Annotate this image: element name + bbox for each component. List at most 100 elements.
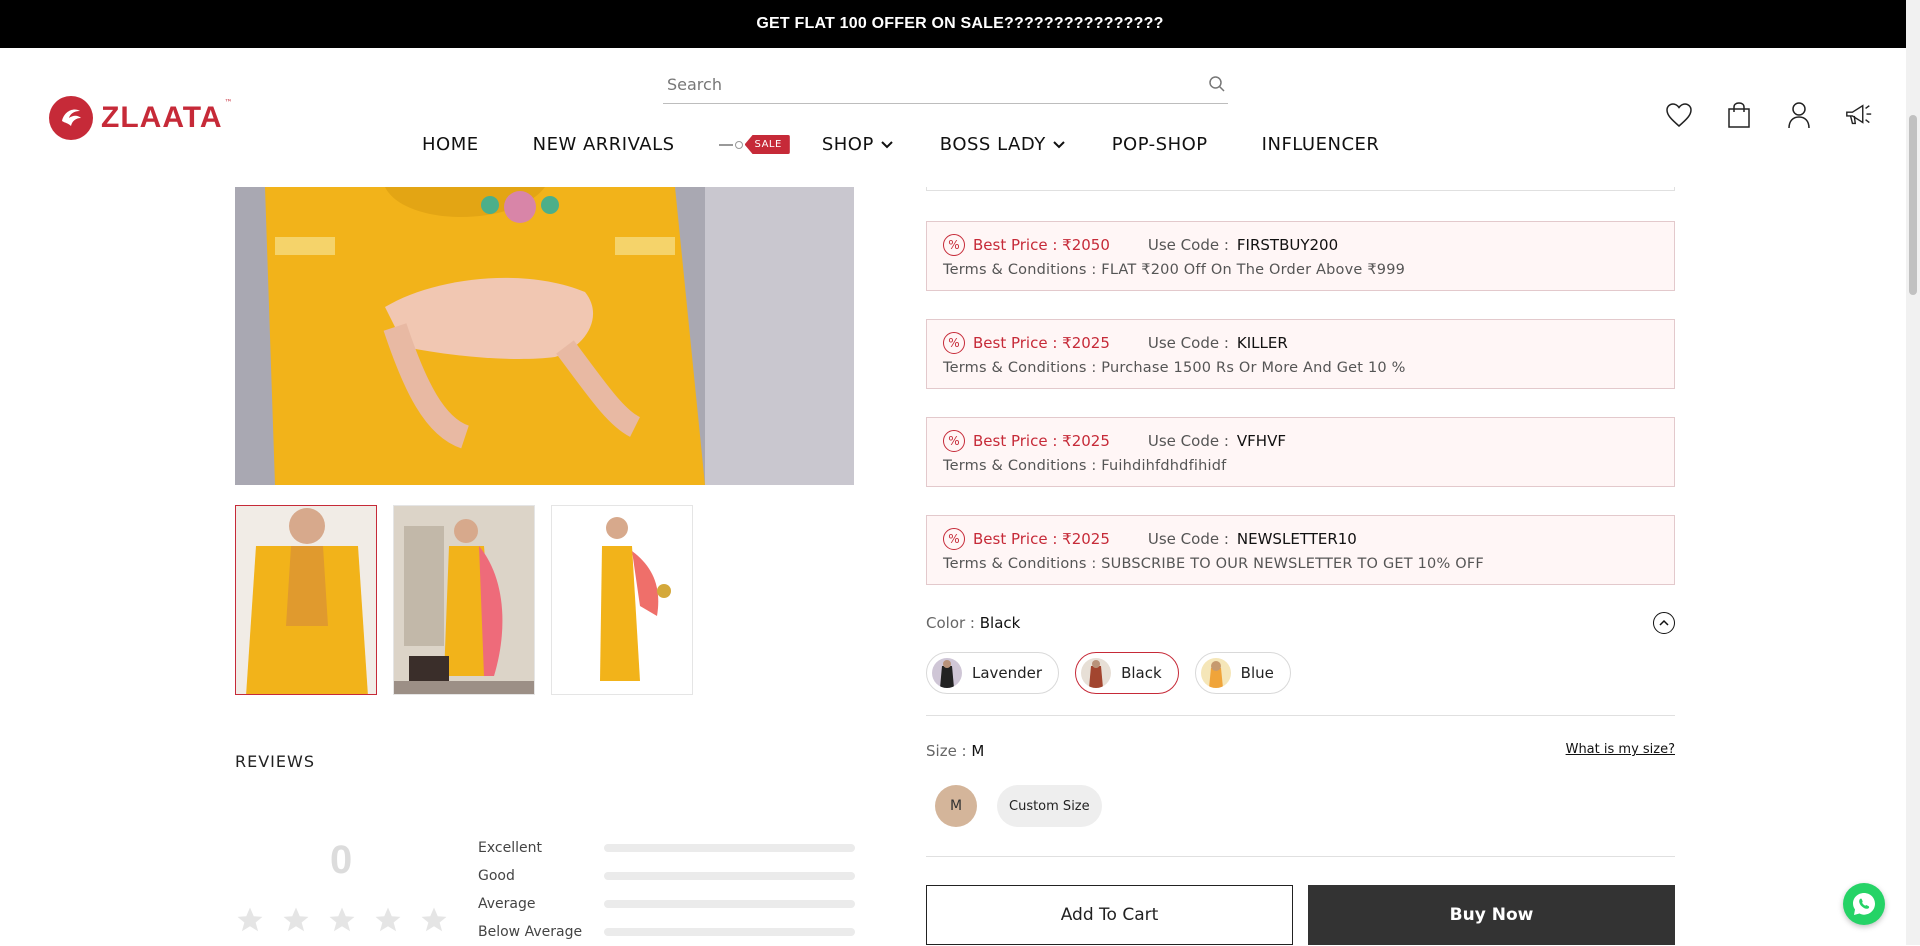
best-price: Best Price : ₹2025 (973, 530, 1110, 548)
star-icon (235, 905, 265, 939)
terms-text: FLAT ₹200 Off On The Order Above ₹999 (1101, 262, 1406, 278)
color-swatches: Lavender Black Blue (926, 652, 1291, 694)
star-icon (327, 905, 357, 939)
color-chip-image (1200, 658, 1231, 688)
star-icon (419, 905, 449, 939)
nav-boss-lady[interactable]: BOSS LADY (940, 134, 1066, 155)
rating-row-good: Good (478, 862, 855, 890)
buy-now-button[interactable]: Buy Now (1308, 885, 1675, 945)
rating-label: Good (478, 868, 515, 884)
rating-label: Excellent (478, 840, 542, 856)
nav-boss-lady-label: BOSS LADY (939, 134, 1046, 155)
color-option-blue[interactable]: Blue (1194, 652, 1291, 694)
best-price: Best Price : ₹2025 (973, 334, 1110, 352)
user-icon[interactable] (1784, 100, 1814, 130)
sale-tag[interactable]: SALE (718, 135, 790, 154)
discount-percent-icon: % (943, 528, 965, 550)
chevron-up-icon[interactable] (1653, 612, 1675, 634)
nav-pop-shop-label: POP-SHOP (1111, 134, 1208, 155)
size-option-custom[interactable]: Custom Size (997, 785, 1102, 827)
size-option-m[interactable]: M (935, 785, 977, 827)
nav-new-arrivals-label: NEW ARRIVALS (532, 134, 675, 155)
divider (926, 856, 1675, 857)
sale-tag-label: SALE (744, 135, 790, 154)
selected-color: Black (979, 614, 1021, 632)
color-option-black[interactable]: Black (1075, 652, 1179, 694)
coupon-code[interactable]: KILLER (1237, 334, 1288, 352)
page-scrollbar[interactable] (1906, 0, 1920, 945)
megaphone-icon[interactable] (1844, 100, 1874, 130)
main-nav: HOME NEW ARRIVALS SALE SHOP BOSS LADY PO… (422, 134, 1379, 155)
size-label: Size : (926, 742, 967, 760)
nav-pop-shop[interactable]: POP-SHOP (1112, 134, 1208, 155)
nav-influencer[interactable]: INFLUENCER (1262, 134, 1380, 155)
offer-card: % Best Price : ₹2050 Use Code : FIRSTBUY… (926, 221, 1675, 291)
coupon-code[interactable]: FIRSTBUY200 (1237, 236, 1338, 254)
brand-name: ZLAATA (101, 101, 223, 134)
color-option-label: Blue (1240, 664, 1274, 682)
rating-bar (604, 872, 855, 880)
whatsapp-icon[interactable] (1843, 883, 1885, 925)
reviews-title: REVIEWS (235, 752, 315, 771)
divider (926, 715, 1675, 716)
size-options: M Custom Size (935, 785, 1102, 827)
terms-label: Terms & Conditions : (943, 360, 1097, 376)
coupon-code[interactable]: VFHVF (1237, 432, 1286, 450)
coupon-code[interactable]: NEWSLETTER10 (1237, 530, 1357, 548)
chevron-down-icon (880, 134, 894, 155)
color-option-label: Black (1121, 664, 1162, 682)
size-selector-header: Size : M What is my size? (926, 742, 1675, 760)
rating-row-average: Average (478, 890, 855, 918)
color-option-label: Lavender (972, 664, 1043, 682)
rating-breakdown: Excellent Good Average Below Average (478, 834, 855, 946)
color-chip-image (932, 658, 962, 688)
average-rating: 0 (330, 838, 353, 882)
terms-text: Fuihdihfdhdfihidf (1101, 458, 1227, 474)
site-header: ZLAATA ™ HOME NEW ARRIVALS SALE SHOP BOS… (0, 48, 1920, 188)
use-code-label: Use Code : (1147, 432, 1229, 450)
discount-percent-icon: % (943, 332, 965, 354)
rating-row-below-average: Below Average (478, 918, 855, 946)
thumbnail-3[interactable] (551, 505, 693, 695)
search-input[interactable] (665, 73, 1145, 95)
best-price: Best Price : ₹2025 (973, 432, 1110, 450)
star-icon (373, 905, 403, 939)
color-option-lavender[interactable]: Lavender (926, 652, 1060, 694)
header-icons (1664, 100, 1874, 130)
rating-row-excellent: Excellent (478, 834, 855, 862)
color-label: Color : (926, 614, 975, 632)
color-chip-image (1081, 658, 1112, 688)
selected-size: M (971, 742, 985, 760)
product-main-image[interactable] (235, 187, 854, 485)
shopping-bag-icon[interactable] (1724, 100, 1754, 130)
terms-text: Purchase 1500 Rs Or More And Get 10 % (1101, 360, 1406, 376)
terms-label: Terms & Conditions : (943, 458, 1097, 474)
brand-logo[interactable]: ZLAATA ™ (49, 96, 233, 140)
terms-label: Terms & Conditions : (943, 262, 1097, 278)
color-selector-header: Color : Black (926, 612, 1675, 634)
sale-tag-ring (734, 140, 743, 149)
product-thumbnails (235, 505, 693, 695)
discount-percent-icon: % (943, 430, 965, 452)
brand-trademark: ™ (224, 97, 233, 107)
star-icon (281, 905, 311, 939)
thumbnail-1[interactable] (235, 505, 377, 695)
nav-new-arrivals[interactable]: NEW ARRIVALS (533, 134, 675, 155)
size-guide-link[interactable]: What is my size? (1566, 742, 1675, 760)
scrollbar-thumb[interactable] (1909, 115, 1917, 295)
chevron-down-icon (1052, 134, 1066, 155)
rating-bar (604, 844, 855, 852)
announcement-text: GET FLAT 100 OFFER ON SALE??????????????… (756, 15, 1164, 32)
use-code-label: Use Code : (1147, 530, 1229, 548)
rating-bar (604, 928, 855, 936)
rating-label: Below Average (478, 924, 583, 940)
add-to-cart-button[interactable]: Add To Cart (926, 885, 1293, 945)
nav-home[interactable]: HOME (422, 134, 479, 155)
nav-shop[interactable]: SHOP (822, 134, 894, 155)
search-bar (663, 71, 1228, 104)
search-icon[interactable] (1208, 75, 1226, 93)
thumbnail-2[interactable] (393, 505, 535, 695)
previous-section-edge (926, 187, 1675, 191)
sale-tag-string (718, 143, 733, 146)
heart-icon[interactable] (1664, 100, 1694, 130)
